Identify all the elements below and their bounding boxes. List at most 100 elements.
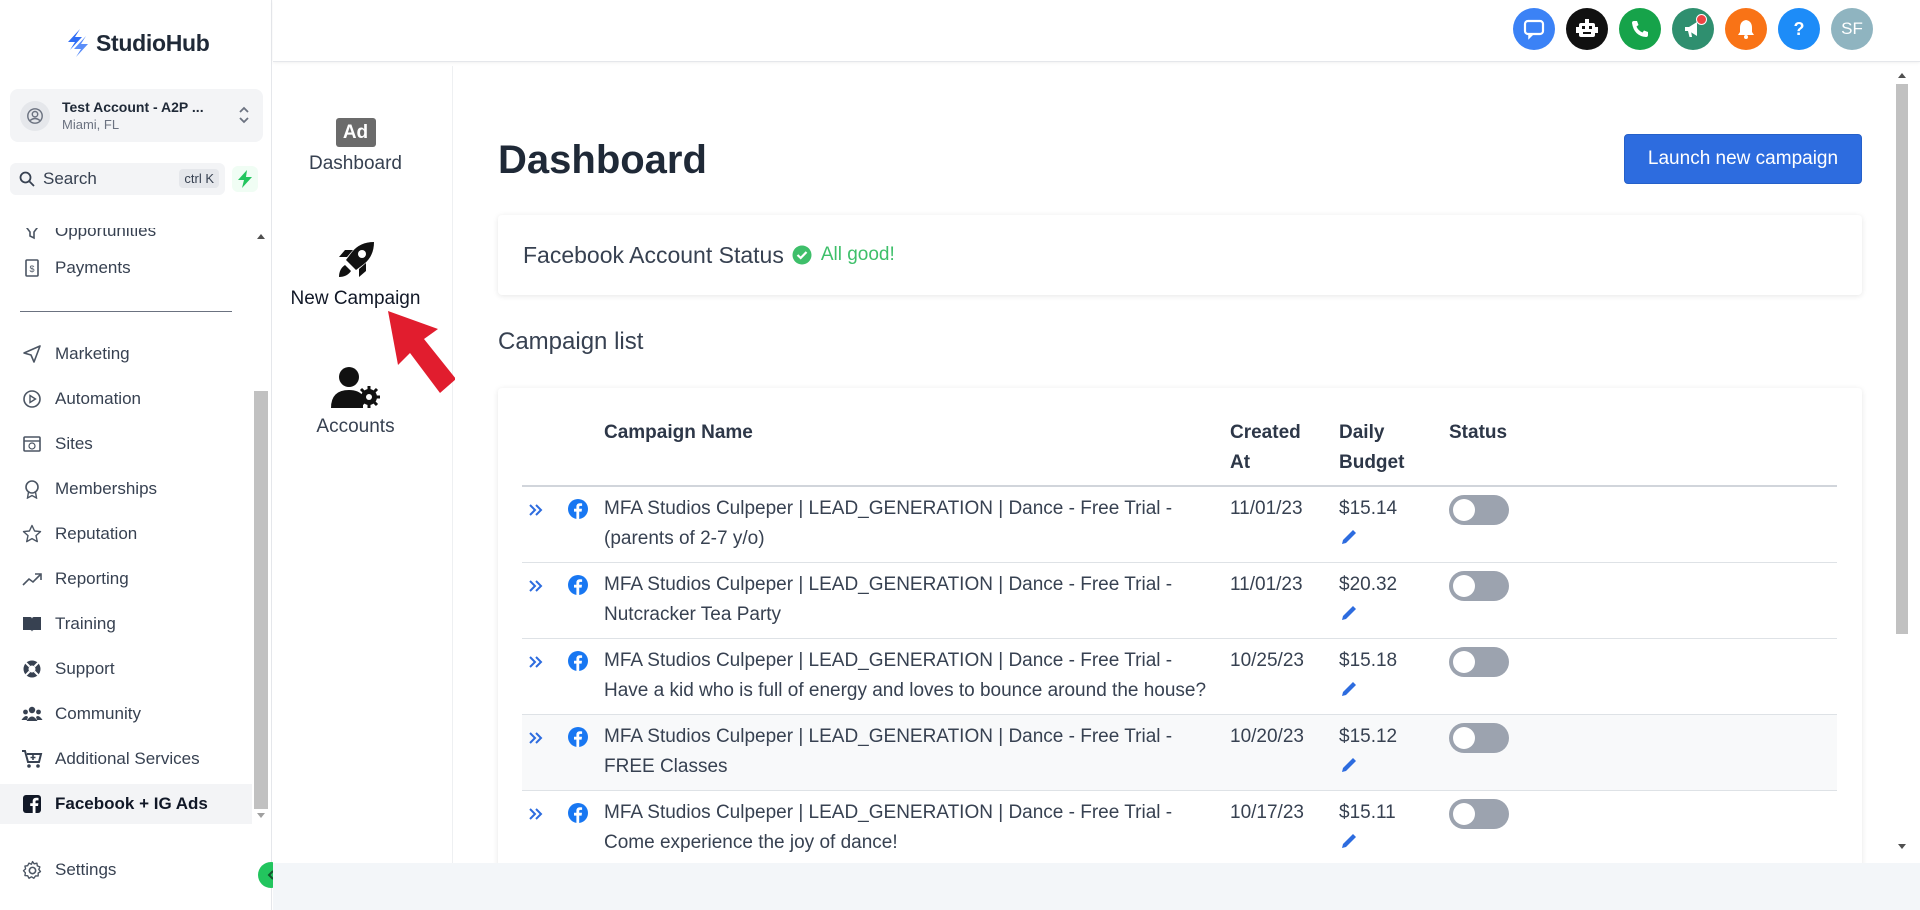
rocket-icon <box>338 242 374 277</box>
campaign-list-title: Campaign list <box>498 328 644 355</box>
campaign-created: 11/01/23 <box>1222 562 1331 639</box>
facebook-status-card: Facebook Account Status All good! <box>498 215 1862 295</box>
table-row: MFA Studios Culpeper | LEAD_GENERATION |… <box>522 790 1837 863</box>
cart-icon <box>20 747 44 771</box>
globe-icon <box>20 432 44 456</box>
sidebar-item-marketing[interactable]: Marketing <box>20 339 130 369</box>
sidebar-item-facebook-ig-ads[interactable]: Facebook + IG Ads <box>0 784 252 824</box>
page-title: Dashboard <box>498 138 707 182</box>
user-circle-icon <box>27 107 43 124</box>
campaign-name[interactable]: MFA Studios Culpeper | LEAD_GENERATION |… <box>596 714 1222 791</box>
notifications-button[interactable] <box>1725 8 1767 50</box>
page-scrollbar[interactable] <box>1893 66 1910 863</box>
campaign-budget: $15.18 <box>1339 650 1398 671</box>
expand-row-button[interactable] <box>522 638 560 715</box>
campaign-name[interactable]: MFA Studios Culpeper | LEAD_GENERATION |… <box>596 562 1222 639</box>
sidebar-item-training[interactable]: Training <box>20 609 116 639</box>
footer-band <box>273 863 1920 910</box>
status-toggle[interactable] <box>1449 723 1509 753</box>
robot-icon <box>1576 19 1598 37</box>
facebook-icon <box>568 803 588 823</box>
sidebar-item-sites[interactable]: Sites <box>20 429 93 459</box>
chevron-updown-icon <box>239 106 249 124</box>
avatar-initials: SF <box>1841 19 1863 38</box>
user-gear-icon <box>330 367 380 408</box>
status-toggle[interactable] <box>1449 647 1509 677</box>
sidebar-scrollbar[interactable] <box>252 228 270 828</box>
chat-bubble-icon <box>1523 19 1545 40</box>
chevrons-right-icon <box>529 504 543 516</box>
subnav-new-campaign[interactable]: New Campaign <box>273 238 438 310</box>
sidebar-item-settings[interactable]: Settings <box>20 858 116 882</box>
header-daily-budget[interactable]: Daily Budget <box>1331 388 1441 487</box>
account-switcher[interactable]: Test Account - A2P ... Miami, FL <box>10 89 263 142</box>
campaign-created: 10/20/23 <box>1222 714 1331 791</box>
sidebar-nav: Opportunities $ Payments Marketing Autom… <box>0 228 252 828</box>
campaign-table-card: Campaign Name Created At Daily Budget St… <box>498 388 1862 863</box>
trend-up-icon <box>20 567 44 591</box>
search-bar[interactable]: Search ctrl K <box>10 163 225 195</box>
expand-row-button[interactable] <box>522 714 560 791</box>
edit-budget-pencil-icon[interactable] <box>1339 831 1359 851</box>
sidebar-item-payments[interactable]: $ Payments <box>20 253 131 283</box>
search-label: Search <box>43 169 97 188</box>
subnav-dashboard[interactable]: Ad Dashboard <box>273 118 438 175</box>
play-circle-icon <box>20 387 44 411</box>
status-toggle[interactable] <box>1449 571 1509 601</box>
status-toggle[interactable] <box>1449 799 1509 829</box>
sidebar-item-additional-services[interactable]: Additional Services <box>20 744 200 774</box>
user-avatar[interactable]: SF <box>1831 8 1873 50</box>
announcements-button[interactable] <box>1672 8 1714 50</box>
edit-budget-pencil-icon[interactable] <box>1339 679 1359 699</box>
subnav-dashboard-label: Dashboard <box>309 153 402 174</box>
edit-budget-pencil-icon[interactable] <box>1339 527 1359 547</box>
campaign-created: 10/17/23 <box>1222 790 1331 863</box>
ai-assistant-button[interactable] <box>1566 8 1608 50</box>
red-pointer-arrow-icon <box>388 311 456 393</box>
launch-new-campaign-button[interactable]: Launch new campaign <box>1624 134 1862 184</box>
sidebar-item-automation[interactable]: Automation <box>20 384 141 414</box>
campaign-budget: $15.12 <box>1339 726 1398 747</box>
status-toggle[interactable] <box>1449 495 1509 525</box>
chevrons-right-icon <box>529 808 543 820</box>
facebook-icon <box>568 575 588 595</box>
header-created-at[interactable]: Created At <box>1222 388 1331 487</box>
phone-icon <box>1632 21 1648 37</box>
brand-logo[interactable]: StudioHub <box>66 28 210 58</box>
chat-widget-button[interactable] <box>1513 8 1555 50</box>
sidebar-scroll-thumb[interactable] <box>254 391 268 809</box>
sidebar-item-community[interactable]: Community <box>20 699 141 729</box>
page-scroll-thumb[interactable] <box>1896 84 1908 634</box>
table-row: MFA Studios Culpeper | LEAD_GENERATION |… <box>522 485 1837 563</box>
notification-dot <box>1696 14 1707 25</box>
gear-icon <box>20 858 44 882</box>
expand-row-button[interactable] <box>522 485 560 563</box>
facebook-icon <box>568 727 588 747</box>
lightning-icon <box>238 170 252 188</box>
expand-row-button[interactable] <box>522 790 560 863</box>
sidebar-item-support[interactable]: Support <box>20 654 115 684</box>
expand-row-button[interactable] <box>522 562 560 639</box>
header-status[interactable]: Status <box>1441 388 1837 487</box>
ads-subnav: Ad Dashboard New Campaign Accounts <box>273 66 453 863</box>
edit-budget-pencil-icon[interactable] <box>1339 755 1359 775</box>
chevrons-right-icon <box>529 656 543 668</box>
campaign-name[interactable]: MFA Studios Culpeper | LEAD_GENERATION |… <box>596 790 1222 863</box>
campaign-name[interactable]: MFA Studios Culpeper | LEAD_GENERATION |… <box>596 638 1222 715</box>
quick-actions-button[interactable] <box>232 166 258 192</box>
sidebar-item-reputation[interactable]: Reputation <box>20 519 137 549</box>
main-content: Dashboard Launch new campaign Facebook A… <box>455 66 1895 863</box>
phone-button[interactable] <box>1619 8 1661 50</box>
ad-badge-icon: Ad <box>335 118 376 147</box>
sidebar-item-memberships[interactable]: Memberships <box>20 474 157 504</box>
sidebar-item-reporting[interactable]: Reporting <box>20 564 129 594</box>
receipt-icon: $ <box>20 256 44 280</box>
header-campaign-name[interactable]: Campaign Name <box>596 388 1222 487</box>
sidebar-item-opportunities[interactable]: Opportunities <box>20 228 156 246</box>
status-label: Facebook Account Status <box>523 241 784 268</box>
edit-budget-pencil-icon[interactable] <box>1339 603 1359 623</box>
bell-icon <box>1738 20 1754 39</box>
help-button[interactable]: ? <box>1778 8 1820 50</box>
campaign-name[interactable]: MFA Studios Culpeper | LEAD_GENERATION |… <box>596 485 1222 563</box>
lifebuoy-icon <box>20 657 44 681</box>
